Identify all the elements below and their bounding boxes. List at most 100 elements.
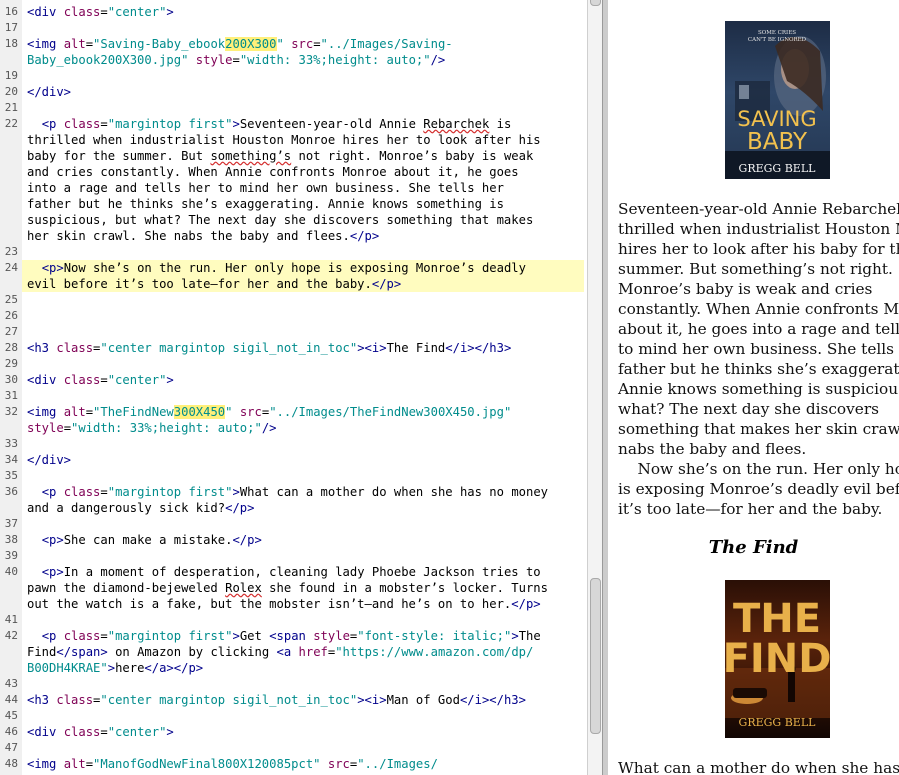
code-token: <p — [41, 629, 64, 643]
code-token: /> — [430, 53, 446, 67]
line-number-gutter: 16 17 18 19 20 21 22 23 24 25 26 27 28 29 30 31 32 33 34 35… — [0, 0, 22, 775]
code-token: into a rage and tells her to mind her ow… — [27, 181, 504, 195]
code-token: and a dangerously sick kid? — [27, 501, 226, 515]
code-line[interactable]: <p class="margintop first">Seventeen-yea… — [27, 116, 584, 132]
code-line[interactable]: <h3 class="center margintop sigil_not_in… — [27, 692, 584, 708]
code-line[interactable]: Find</span> on Amazon by clicking <a hre… — [27, 644, 584, 660]
spelling-error-token: Rolex — [225, 581, 262, 595]
line-number: 34 — [4, 453, 18, 466]
code-token: not right. Monroe’s baby is weak — [291, 149, 534, 163]
code-token: father but he thinks she’s exaggerating.… — [27, 197, 504, 211]
code-token: "../Images/ — [357, 757, 438, 771]
line-number: 37 — [4, 517, 18, 530]
code-line[interactable]: <p>Now she’s on the run. Her only hope i… — [27, 260, 584, 276]
line-number: 23 — [4, 245, 18, 258]
code-line[interactable]: evil before it’s too late—for her and th… — [27, 276, 584, 292]
code-token: </i></h3> — [445, 341, 512, 355]
editor-vertical-scrollbar[interactable] — [587, 0, 602, 775]
code-token: "font-style: italic;" — [357, 629, 512, 643]
code-token: "../Images/Saving- — [320, 37, 453, 51]
code-token: src — [239, 405, 262, 419]
line-number: 24 — [4, 261, 18, 274]
code-token: Find — [27, 645, 57, 659]
code-line[interactable]: <img alt="TheFindNew300X450" src="../Ima… — [27, 404, 584, 420]
code-line[interactable]: <p>She can make a mistake.</p> — [27, 532, 584, 548]
code-token: = — [100, 629, 108, 643]
code-token: > — [232, 485, 240, 499]
code-token: <p> — [41, 565, 64, 579]
code-line[interactable]: and a dangerously sick kid?</p> — [27, 500, 584, 516]
scrollbar-thumb[interactable] — [590, 578, 601, 734]
code-token: class — [63, 629, 101, 643]
code-token: <img — [27, 37, 64, 51]
cover1-tagline-2: CAN'T BE IGNORED — [748, 37, 807, 43]
code-line[interactable]: thrilled when industrialist Houston Monr… — [27, 132, 584, 148]
book-preview-pane[interactable]: SOME CRIES CAN'T BE IGNORED SAVING BABY … — [608, 0, 899, 775]
line-number: 40 — [4, 565, 18, 578]
code-token: "margintop first" — [107, 485, 233, 499]
code-token: = — [100, 5, 108, 19]
code-token: > — [511, 629, 519, 643]
code-token: <img — [27, 757, 64, 771]
code-line[interactable]: style="width: 33%;height: auto;"/> — [27, 420, 584, 436]
spelling-error-token: something’s — [210, 149, 292, 163]
line-number: 35 — [4, 469, 18, 482]
code-token: = — [63, 421, 72, 435]
cover2-author: GREGG BELL — [739, 716, 817, 729]
line-number: 46 — [4, 725, 18, 738]
code-line[interactable]: and cries constantly. When Annie confron… — [27, 164, 584, 180]
code-editor[interactable]: 16 17 18 19 20 21 22 23 24 25 26 27 28 29 30 31 32 33 34 35… — [0, 0, 587, 775]
code-token: thrilled when industrialist Houston Monr… — [27, 133, 541, 147]
code-line[interactable]: suspicious, but what? The next day she d… — [27, 212, 584, 228]
code-token: <h3 — [27, 341, 57, 355]
code-token: "width: 33%;height: auto;" — [71, 421, 262, 435]
code-token: = — [85, 405, 94, 419]
code-token: </p> — [232, 533, 262, 547]
code-line[interactable]: <div class="center"> — [27, 4, 584, 20]
code-token: src — [327, 757, 350, 771]
code-token: her skin crawl. She nabs the baby and fl… — [27, 229, 350, 243]
code-line[interactable]: <p class="margintop first">What can a mo… — [27, 484, 584, 500]
preview-paragraph-line: constantly. When Annie confronts Mor — [618, 300, 899, 318]
code-token: class — [63, 117, 101, 131]
scrollbar-top-handle[interactable] — [590, 0, 601, 6]
code-token: "margintop first" — [107, 629, 233, 643]
code-token: suspicious, but what? The next day she d… — [27, 213, 534, 227]
the-find-cover-image: THE FIND GREGG BELL — [725, 580, 830, 738]
code-token: </span> — [56, 645, 108, 659]
code-token: = — [100, 485, 108, 499]
line-number: 30 — [4, 373, 18, 386]
code-line[interactable]: <img alt="Saving-Baby_ebook200X300" src=… — [27, 36, 584, 52]
code-line[interactable]: <h3 class="center margintop sigil_not_in… — [27, 340, 584, 356]
preview-paragraph-line: Monroe’s baby is weak and cries — [618, 280, 873, 298]
code-line[interactable]: pawn the diamond-bejeweled Rolex she fou… — [27, 580, 584, 596]
code-token: href — [298, 645, 328, 659]
code-token: <div — [27, 5, 64, 19]
code-token: src — [291, 37, 314, 51]
code-line[interactable]: <div class="center"> — [27, 372, 584, 388]
code-token: " — [276, 37, 284, 51]
code-token: </p> — [225, 501, 255, 515]
code-line[interactable]: <p>In a moment of desperation, cleaning … — [27, 564, 584, 580]
code-token: style — [313, 629, 350, 643]
code-line[interactable]: <div class="center"> — [27, 724, 584, 740]
code-token: = — [100, 725, 108, 739]
code-token: </a></p> — [144, 661, 204, 675]
code-line[interactable]: Baby_ebook200X300.jpg" style="width: 33%… — [27, 52, 584, 68]
code-line[interactable]: into a rage and tells her to mind her ow… — [27, 180, 584, 196]
code-line[interactable]: <p class="margintop first">Get <span sty… — [27, 628, 584, 644]
code-line[interactable]: </div> — [27, 84, 584, 100]
code-token: alt — [63, 37, 86, 51]
code-line[interactable]: B00DH4KRAE">here</a></p> — [27, 660, 584, 676]
code-line[interactable]: <img alt="ManofGodNewFinal800X120085pct"… — [27, 756, 584, 772]
code-token: </i></h3> — [459, 693, 526, 707]
code-line[interactable]: out the watch is a fake, but the mobster… — [27, 596, 584, 612]
code-line[interactable]: her skin crawl. She nabs the baby and fl… — [27, 228, 584, 244]
line-number: 43 — [4, 677, 18, 690]
code-line[interactable]: baby for the summer. But something’s not… — [27, 148, 584, 164]
line-number: 41 — [4, 613, 18, 626]
code-line[interactable]: father but he thinks she’s exaggerating.… — [27, 196, 584, 212]
code-line[interactable]: </div> — [27, 452, 584, 468]
line-number: 25 — [4, 293, 18, 306]
